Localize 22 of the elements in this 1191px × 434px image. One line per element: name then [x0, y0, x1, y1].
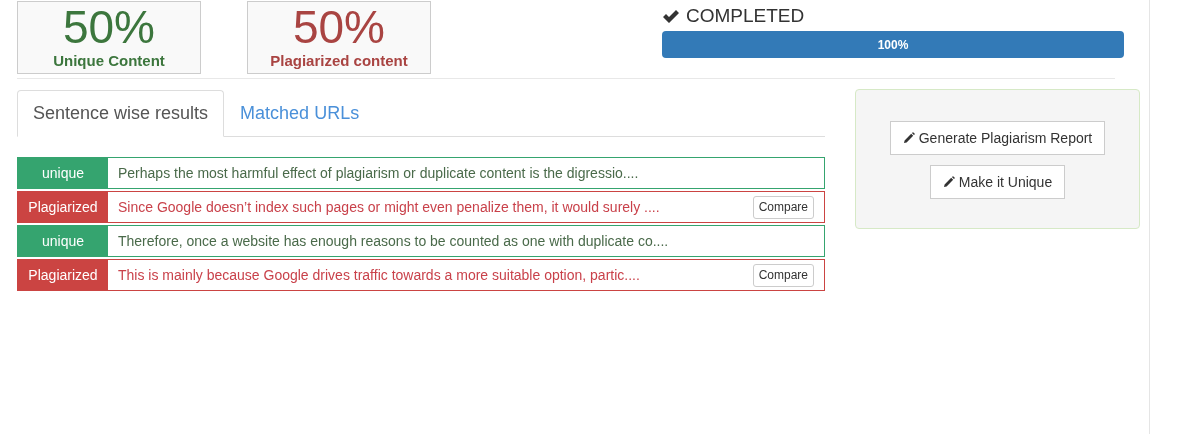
result-tag: unique [18, 158, 108, 188]
result-tag: unique [18, 226, 108, 256]
result-tag: Plagiarized [18, 192, 108, 222]
progress-reading: 100% [877, 36, 909, 54]
action-button[interactable]: Generate Plagiarism Report [889, 121, 1106, 155]
compare-button[interactable]: Compare [752, 195, 814, 219]
stat-value: 50% [62, 2, 156, 52]
tab[interactable]: Sentence wise results [17, 90, 225, 137]
sentence-text: Perhaps the most harmful effect of plagiarism or duplicate content is the digressio.... [118, 163, 640, 183]
check-icon [662, 8, 680, 24]
result-tag: Plagiarized [18, 260, 108, 290]
pencil-icon [942, 176, 955, 188]
stat-label: Unique Content [53, 52, 165, 70]
sentence-text: Since Google doesn’t index such pages or might even penalize them, it would surely .... [118, 197, 661, 217]
stat-value: 50% [292, 2, 386, 52]
pencil-icon [902, 132, 915, 144]
action-button[interactable]: Make it Unique [929, 165, 1066, 199]
sentence-text: This is mainly because Google drives traffic towards a more suitable option, partic.... [118, 265, 641, 285]
sentence-text: Therefore, once a website has enough reasons to be counted as one with duplicate co.... [118, 231, 670, 251]
compare-button[interactable]: Compare [752, 263, 814, 287]
stat-label: Plagiarized content [270, 52, 408, 70]
status-label: COMPLETED [686, 5, 805, 27]
